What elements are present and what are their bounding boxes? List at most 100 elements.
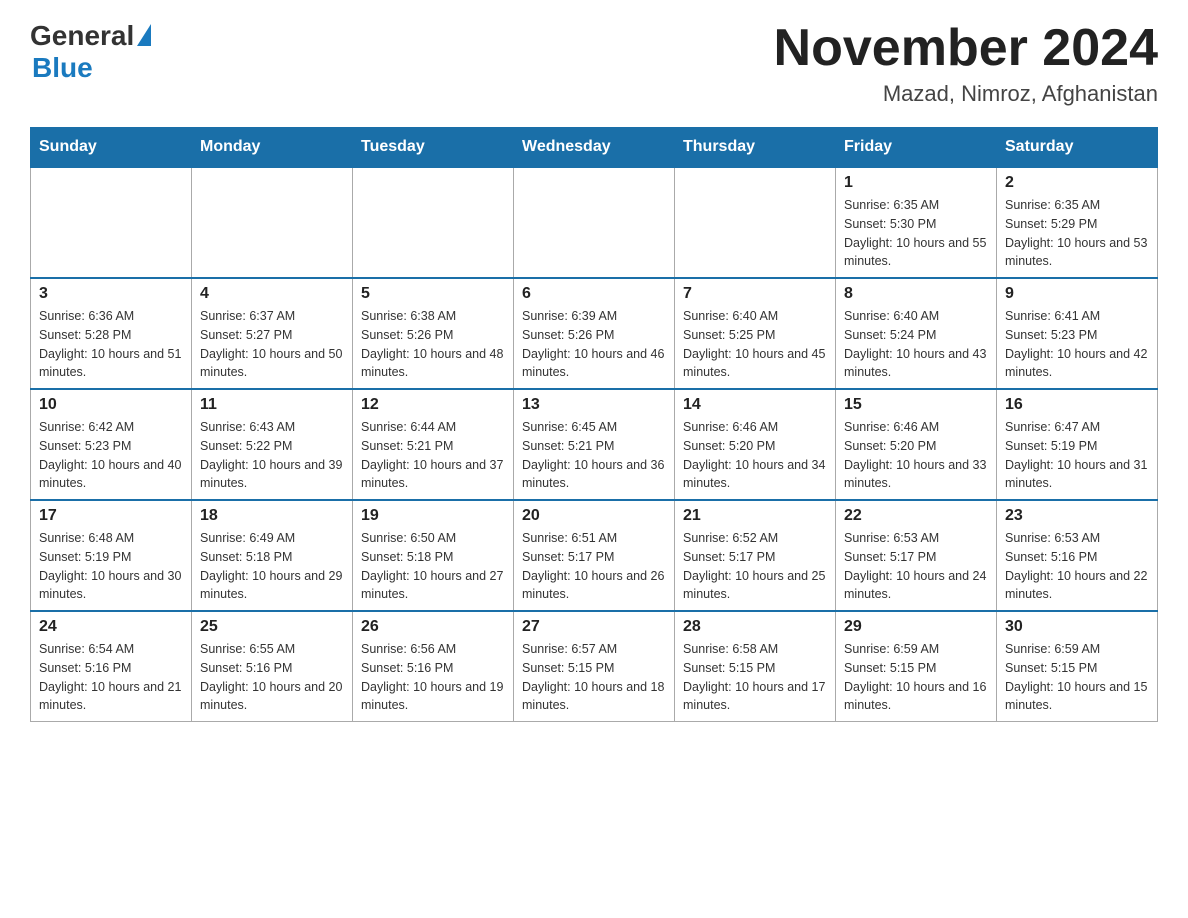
day-number: 22: [844, 507, 988, 525]
day-number: 5: [361, 285, 505, 303]
day-number: 13: [522, 396, 666, 414]
calendar-cell: 11 Sunrise: 6:43 AMSunset: 5:22 PMDayligh…: [192, 389, 353, 500]
day-info: Sunrise: 6:51 AMSunset: 5:17 PMDaylight:…: [522, 529, 666, 604]
calendar-cell: 10 Sunrise: 6:42 AMSunset: 5:23 PMDayligh…: [31, 389, 192, 500]
day-info: Sunrise: 6:46 AMSunset: 5:20 PMDaylight:…: [844, 418, 988, 493]
weekday-header-tuesday: Tuesday: [353, 128, 514, 168]
day-info: Sunrise: 6:46 AMSunset: 5:20 PMDaylight:…: [683, 418, 827, 493]
day-number: 4: [200, 285, 344, 303]
day-number: 8: [844, 285, 988, 303]
weekday-header-friday: Friday: [836, 128, 997, 168]
calendar-cell: 16 Sunrise: 6:47 AMSunset: 5:19 PMDayligh…: [997, 389, 1158, 500]
calendar-cell: 27 Sunrise: 6:57 AMSunset: 5:15 PMDayligh…: [514, 611, 675, 722]
day-info: Sunrise: 6:39 AMSunset: 5:26 PMDaylight:…: [522, 307, 666, 382]
calendar-cell: 7 Sunrise: 6:40 AMSunset: 5:25 PMDaylight…: [675, 278, 836, 389]
calendar-cell: 19Sunrise: 6:50 AMSunset: 5:18 PMDayligh…: [353, 500, 514, 611]
day-info: Sunrise: 6:57 AMSunset: 5:15 PMDaylight:…: [522, 640, 666, 715]
logo-blue-text: Blue: [32, 52, 93, 84]
day-number: 11: [200, 396, 344, 414]
logo-triangle-icon: [137, 24, 151, 46]
weekday-header-thursday: Thursday: [675, 128, 836, 168]
calendar-cell: 14 Sunrise: 6:46 AMSunset: 5:20 PMDayligh…: [675, 389, 836, 500]
calendar-cell: 2 Sunrise: 6:35 AMSunset: 5:29 PMDaylight…: [997, 167, 1158, 278]
calendar-cell: 24 Sunrise: 6:54 AMSunset: 5:16 PMDayligh…: [31, 611, 192, 722]
month-title: November 2024: [774, 20, 1158, 77]
day-number: 17: [39, 507, 183, 525]
day-info: Sunrise: 6:56 AMSunset: 5:16 PMDaylight:…: [361, 640, 505, 715]
calendar-cell: 3Sunrise: 6:36 AMSunset: 5:28 PMDaylight…: [31, 278, 192, 389]
day-info: Sunrise: 6:47 AMSunset: 5:19 PMDaylight:…: [1005, 418, 1149, 493]
day-info: Sunrise: 6:40 AMSunset: 5:25 PMDaylight:…: [683, 307, 827, 382]
day-info: Sunrise: 6:59 AMSunset: 5:15 PMDaylight:…: [1005, 640, 1149, 715]
week-row-5: 24 Sunrise: 6:54 AMSunset: 5:16 PMDayligh…: [31, 611, 1158, 722]
calendar-cell: 9Sunrise: 6:41 AMSunset: 5:23 PMDaylight…: [997, 278, 1158, 389]
day-number: 27: [522, 618, 666, 636]
calendar-cell: 1Sunrise: 6:35 AMSunset: 5:30 PMDaylight…: [836, 167, 997, 278]
calendar-cell: 28Sunrise: 6:58 AMSunset: 5:15 PMDayligh…: [675, 611, 836, 722]
day-info: Sunrise: 6:36 AMSunset: 5:28 PMDaylight:…: [39, 307, 183, 382]
week-row-4: 17 Sunrise: 6:48 AMSunset: 5:19 PMDayligh…: [31, 500, 1158, 611]
page-header: General Blue November 2024 Mazad, Nimroz…: [30, 20, 1158, 107]
calendar-cell: 20 Sunrise: 6:51 AMSunset: 5:17 PMDayligh…: [514, 500, 675, 611]
week-row-2: 3Sunrise: 6:36 AMSunset: 5:28 PMDaylight…: [31, 278, 1158, 389]
day-info: Sunrise: 6:35 AMSunset: 5:29 PMDaylight:…: [1005, 196, 1149, 271]
day-info: Sunrise: 6:44 AMSunset: 5:21 PMDaylight:…: [361, 418, 505, 493]
calendar-cell: [675, 167, 836, 278]
calendar-cell: [514, 167, 675, 278]
calendar-cell: 5Sunrise: 6:38 AMSunset: 5:26 PMDaylight…: [353, 278, 514, 389]
day-number: 2: [1005, 174, 1149, 192]
day-number: 24: [39, 618, 183, 636]
day-number: 18: [200, 507, 344, 525]
calendar-cell: 26 Sunrise: 6:56 AMSunset: 5:16 PMDayligh…: [353, 611, 514, 722]
day-info: Sunrise: 6:54 AMSunset: 5:16 PMDaylight:…: [39, 640, 183, 715]
calendar-cell: 29Sunrise: 6:59 AMSunset: 5:15 PMDayligh…: [836, 611, 997, 722]
calendar-cell: 23Sunrise: 6:53 AMSunset: 5:16 PMDayligh…: [997, 500, 1158, 611]
day-info: Sunrise: 6:41 AMSunset: 5:23 PMDaylight:…: [1005, 307, 1149, 382]
day-number: 20: [522, 507, 666, 525]
day-info: Sunrise: 6:58 AMSunset: 5:15 PMDaylight:…: [683, 640, 827, 715]
day-info: Sunrise: 6:59 AMSunset: 5:15 PMDaylight:…: [844, 640, 988, 715]
calendar-cell: 22Sunrise: 6:53 AMSunset: 5:17 PMDayligh…: [836, 500, 997, 611]
day-info: Sunrise: 6:49 AMSunset: 5:18 PMDaylight:…: [200, 529, 344, 604]
location-subtitle: Mazad, Nimroz, Afghanistan: [774, 81, 1158, 107]
day-info: Sunrise: 6:40 AMSunset: 5:24 PMDaylight:…: [844, 307, 988, 382]
day-number: 21: [683, 507, 827, 525]
calendar-cell: 18 Sunrise: 6:49 AMSunset: 5:18 PMDayligh…: [192, 500, 353, 611]
day-number: 30: [1005, 618, 1149, 636]
day-info: Sunrise: 6:55 AMSunset: 5:16 PMDaylight:…: [200, 640, 344, 715]
day-number: 12: [361, 396, 505, 414]
calendar-cell: 21 Sunrise: 6:52 AMSunset: 5:17 PMDayligh…: [675, 500, 836, 611]
day-number: 6: [522, 285, 666, 303]
day-info: Sunrise: 6:50 AMSunset: 5:18 PMDaylight:…: [361, 529, 505, 604]
week-row-3: 10 Sunrise: 6:42 AMSunset: 5:23 PMDayligh…: [31, 389, 1158, 500]
day-number: 10: [39, 396, 183, 414]
calendar-cell: 4 Sunrise: 6:37 AMSunset: 5:27 PMDaylight…: [192, 278, 353, 389]
day-number: 16: [1005, 396, 1149, 414]
logo-general-text: General: [30, 20, 134, 52]
weekday-header-saturday: Saturday: [997, 128, 1158, 168]
day-info: Sunrise: 6:52 AMSunset: 5:17 PMDaylight:…: [683, 529, 827, 604]
calendar-cell: 25Sunrise: 6:55 AMSunset: 5:16 PMDayligh…: [192, 611, 353, 722]
calendar-cell: 6 Sunrise: 6:39 AMSunset: 5:26 PMDaylight…: [514, 278, 675, 389]
calendar-cell: 17 Sunrise: 6:48 AMSunset: 5:19 PMDayligh…: [31, 500, 192, 611]
day-number: 26: [361, 618, 505, 636]
calendar-header-row: SundayMondayTuesdayWednesdayThursdayFrid…: [31, 128, 1158, 168]
calendar-cell: [192, 167, 353, 278]
weekday-header-wednesday: Wednesday: [514, 128, 675, 168]
day-number: 23: [1005, 507, 1149, 525]
weekday-header-sunday: Sunday: [31, 128, 192, 168]
calendar-cell: 30 Sunrise: 6:59 AMSunset: 5:15 PMDayligh…: [997, 611, 1158, 722]
weekday-header-monday: Monday: [192, 128, 353, 168]
day-info: Sunrise: 6:48 AMSunset: 5:19 PMDaylight:…: [39, 529, 183, 604]
day-number: 14: [683, 396, 827, 414]
calendar-cell: 8 Sunrise: 6:40 AMSunset: 5:24 PMDaylight…: [836, 278, 997, 389]
calendar-cell: 15Sunrise: 6:46 AMSunset: 5:20 PMDayligh…: [836, 389, 997, 500]
day-info: Sunrise: 6:37 AMSunset: 5:27 PMDaylight:…: [200, 307, 344, 382]
day-info: Sunrise: 6:43 AMSunset: 5:22 PMDaylight:…: [200, 418, 344, 493]
day-info: Sunrise: 6:42 AMSunset: 5:23 PMDaylight:…: [39, 418, 183, 493]
day-info: Sunrise: 6:35 AMSunset: 5:30 PMDaylight:…: [844, 196, 988, 271]
calendar-cell: 12 Sunrise: 6:44 AMSunset: 5:21 PMDayligh…: [353, 389, 514, 500]
day-number: 7: [683, 285, 827, 303]
calendar-cell: [353, 167, 514, 278]
calendar-cell: 13Sunrise: 6:45 AMSunset: 5:21 PMDayligh…: [514, 389, 675, 500]
